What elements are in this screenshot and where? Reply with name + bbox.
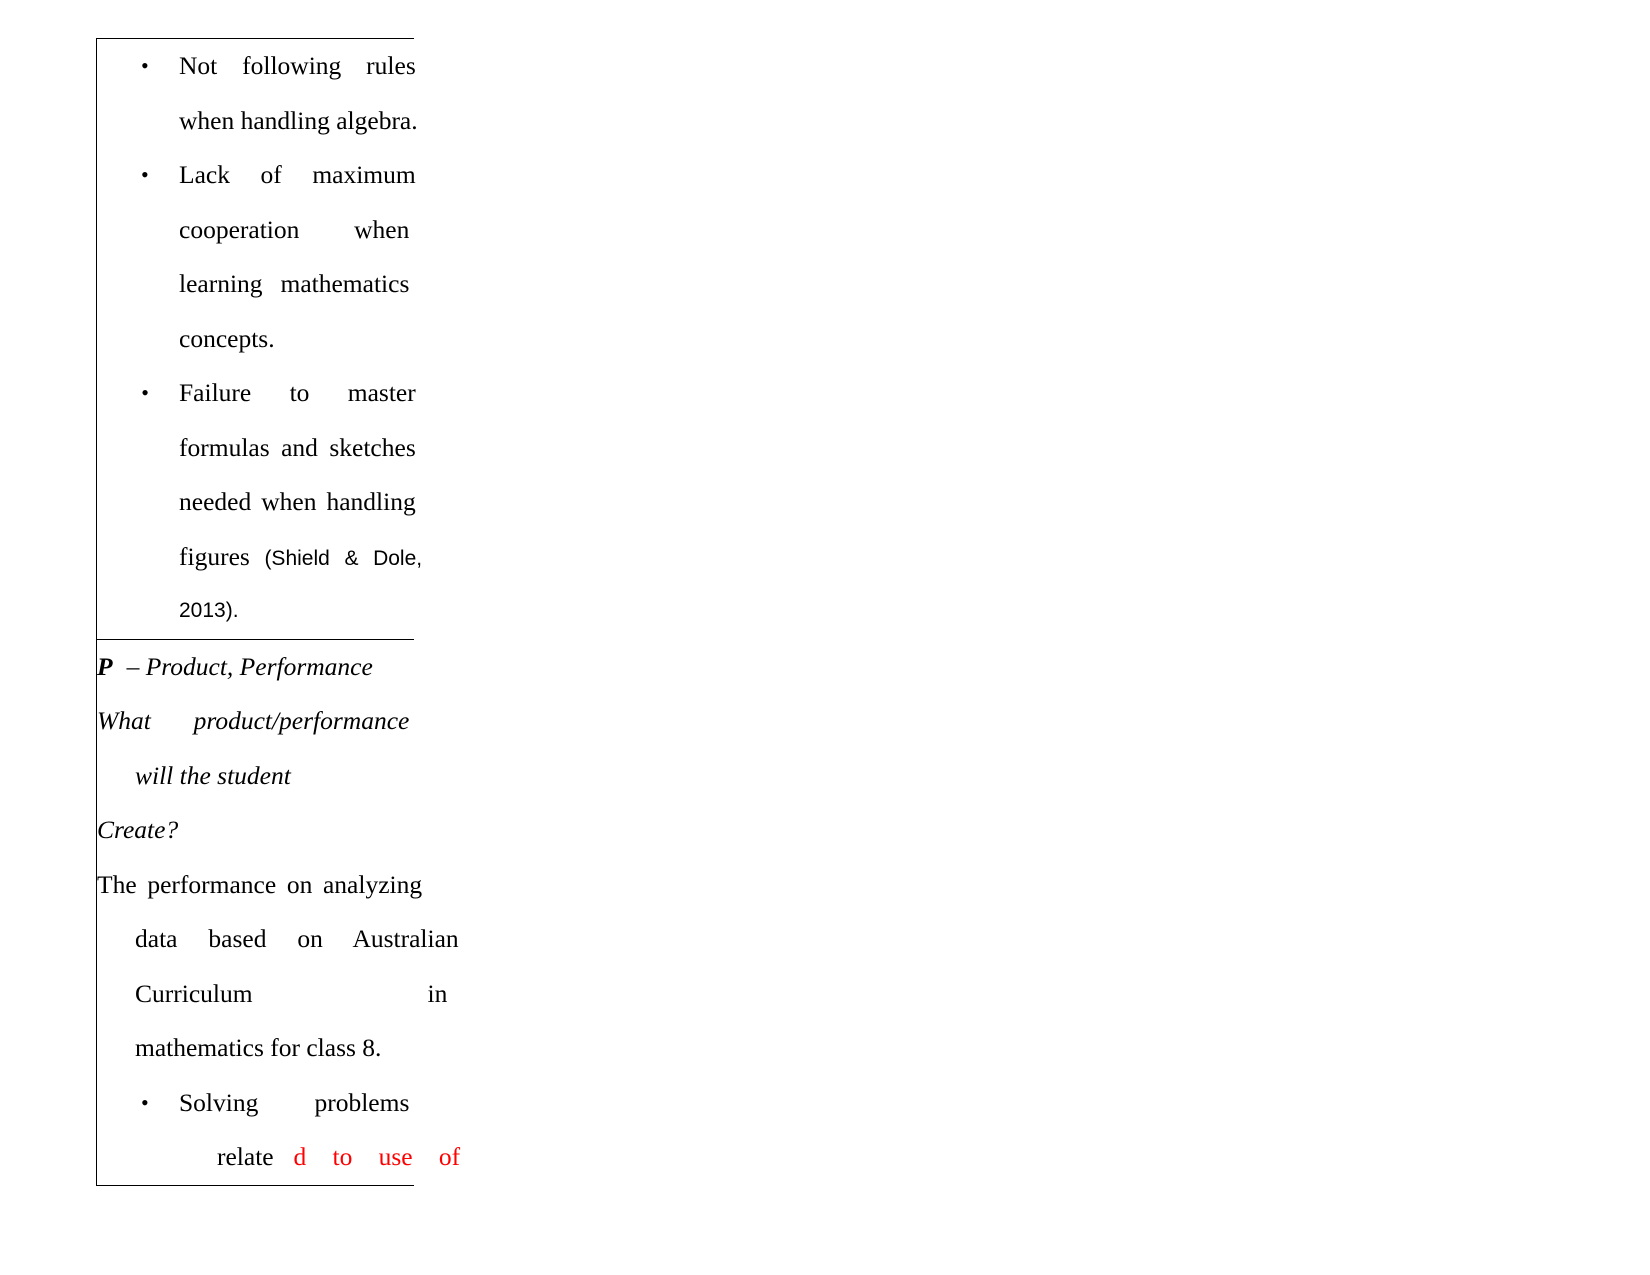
highlighted-word: of — [438, 1142, 461, 1171]
document-table: • Not following rules when handling alge… — [96, 38, 460, 1186]
highlighted-word: to — [332, 1142, 353, 1171]
heading-letter: P — [97, 651, 113, 681]
bullet-icon: • — [141, 162, 149, 187]
document-page: • Not following rules when handling alge… — [0, 0, 1650, 1275]
list-item-line: Failure to master — [179, 378, 416, 407]
answer-line: data based on Australian — [135, 924, 459, 953]
answer-line: Curriculum in — [135, 978, 448, 1008]
citation-year: 2013). — [179, 599, 239, 622]
citation-text: & — [344, 546, 359, 570]
prompt-line: will the student — [135, 760, 291, 790]
list-item-citation-line: figures (Shield & Dole, — [179, 541, 423, 571]
list-item-line: needed when handling — [179, 487, 416, 516]
table-cell-product-performance: P – Product, Performance What product/pe… — [97, 640, 460, 1185]
answer-paragraph: The performance on analyzing data based … — [97, 858, 459, 1076]
citation-text: (Shield — [264, 546, 330, 570]
answer-line: mathematics for class 8. — [135, 1033, 382, 1062]
prompt-question: What product/performance will the studen… — [97, 694, 410, 858]
list-item-line: concepts. — [179, 323, 275, 353]
list-item: • Failure to master formulas and sketche… — [97, 366, 423, 639]
list-item-line: cooperation when — [179, 214, 410, 244]
list-item-line: Not following rules — [179, 51, 416, 80]
highlighted-suffix: d — [293, 1142, 307, 1171]
bullet-icon: • — [141, 380, 149, 405]
list-item: • Lack of maximum cooperation when learn… — [97, 148, 416, 366]
list-item-line: learning mathematics — [179, 269, 410, 298]
list-item-line: Lack of maximum — [179, 160, 416, 189]
highlighted-word: use — [378, 1142, 413, 1171]
table-cell-difficulties: • Not following rules when handling alge… — [97, 39, 423, 640]
list-item-line-highlighted: relate d to use of — [179, 1130, 460, 1185]
list-item-line: formulas and sketches — [179, 432, 416, 462]
heading-label: – Product, Performance — [120, 651, 373, 681]
answer-line: The performance on analyzing — [97, 869, 423, 899]
list-item-line: Solving problems — [179, 1087, 410, 1117]
bullet-icon: • — [141, 53, 149, 78]
bullet-icon: • — [141, 1089, 149, 1115]
citation-text: Dole, — [373, 546, 423, 570]
prompt-line: Create? — [97, 815, 179, 844]
section-heading: P – Product, Performance — [97, 640, 403, 695]
list-item-line: when handling algebra. — [179, 105, 418, 135]
list-item: • Solving problems relate d to use of — [97, 1076, 460, 1185]
list-item: • Not following rules when handling alge… — [97, 39, 418, 148]
partial-black-word: relate — [217, 1142, 274, 1171]
prompt-line: What product/performance — [97, 706, 410, 735]
